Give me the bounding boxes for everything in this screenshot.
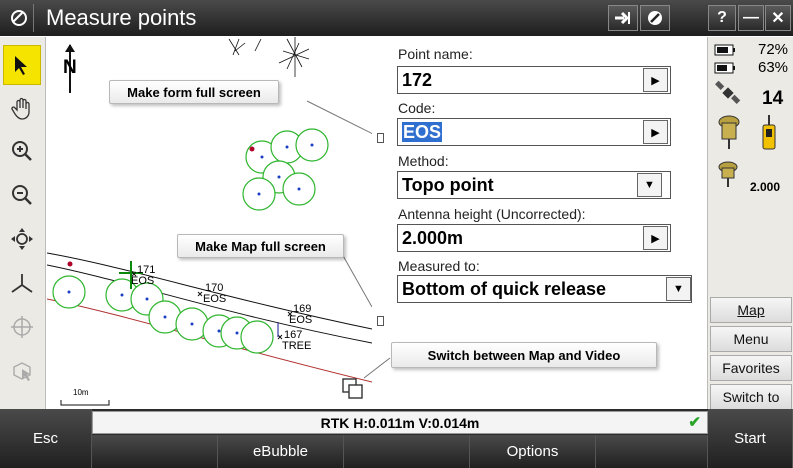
go-to-icon[interactable] bbox=[608, 5, 638, 31]
no-entry-icon[interactable] bbox=[640, 5, 670, 31]
3d-axes-icon[interactable] bbox=[3, 263, 41, 303]
esc-button[interactable]: Esc bbox=[0, 409, 92, 468]
battery-icon[interactable] bbox=[714, 61, 736, 79]
start-button[interactable]: Start bbox=[708, 409, 793, 468]
menu-button[interactable]: Menu bbox=[710, 326, 792, 352]
map-button[interactable]: Map bbox=[710, 297, 792, 323]
map-point-label: 171 EOS bbox=[131, 264, 156, 287]
switch-map-video-icon[interactable] bbox=[342, 378, 364, 400]
callout-form-fullscreen: Make form full screen bbox=[109, 80, 279, 104]
method-dropdown-button[interactable]: ▼ bbox=[637, 173, 662, 197]
select-arrow-icon[interactable] bbox=[3, 45, 41, 85]
softkey-1[interactable] bbox=[92, 435, 218, 468]
point-name-label: Point name: bbox=[398, 46, 473, 62]
switch-to-button[interactable]: Switch to bbox=[710, 384, 792, 410]
battery2-level: 63% bbox=[758, 59, 789, 76]
orbit-icon[interactable] bbox=[3, 307, 41, 347]
method-select[interactable]: Topo point bbox=[397, 171, 671, 199]
antenna-height-value: 2.000 bbox=[750, 180, 781, 194]
zoom-in-icon[interactable] bbox=[3, 131, 41, 171]
measured-to-select[interactable]: Bottom of quick release bbox=[397, 275, 692, 303]
code-label: Code: bbox=[398, 100, 436, 116]
window-title: Measure points bbox=[46, 5, 197, 30]
satellite-icon[interactable] bbox=[714, 79, 742, 112]
help-button[interactable]: ? bbox=[708, 5, 736, 31]
code-arrow-button[interactable]: ▶ bbox=[643, 120, 668, 144]
app-logo-icon[interactable] bbox=[4, 4, 34, 32]
controller-icon[interactable] bbox=[760, 115, 778, 156]
callout-map-fullscreen: Make Map full screen bbox=[177, 234, 344, 258]
battery-icon[interactable] bbox=[714, 43, 736, 61]
measured-to-dropdown-button[interactable]: ▼ bbox=[666, 277, 691, 301]
pan-hand-icon[interactable] bbox=[3, 89, 41, 129]
title-bar: Measure points ? — ✕ bbox=[0, 0, 793, 36]
satellite-count: 14 bbox=[762, 88, 784, 109]
ebubble-button[interactable]: eBubble bbox=[218, 435, 344, 468]
map-fullscreen-handle[interactable] bbox=[377, 316, 384, 326]
rtk-precision: RTK H:0.011m V:0.014m bbox=[320, 414, 480, 431]
favorites-button[interactable]: Favorites bbox=[710, 355, 792, 381]
select-3d-icon[interactable] bbox=[3, 351, 41, 391]
options-button[interactable]: Options bbox=[470, 435, 596, 468]
map-point-label: 169 EOS bbox=[289, 303, 313, 326]
map-point-label: 167 TREE bbox=[282, 329, 312, 352]
point-name-arrow-button[interactable]: ▶ bbox=[643, 68, 668, 92]
antenna-arrow-button[interactable]: ▶ bbox=[643, 226, 668, 250]
map-point-label: 170 EOS bbox=[203, 282, 227, 305]
close-button[interactable]: ✕ bbox=[765, 5, 791, 31]
form-fullscreen-handle[interactable] bbox=[377, 133, 384, 143]
antenna-icon[interactable] bbox=[718, 161, 738, 192]
method-label: Method: bbox=[398, 153, 449, 169]
rtk-status-bar: RTK H:0.011m V:0.014m ✔ bbox=[92, 411, 708, 434]
code-field[interactable]: EOS bbox=[397, 118, 671, 146]
north-label: N bbox=[63, 57, 77, 78]
zoom-out-icon[interactable] bbox=[3, 175, 41, 215]
callout-switch-map-video: Switch between Map and Video bbox=[391, 342, 657, 368]
battery1-level: 72% bbox=[758, 41, 789, 58]
minimize-button[interactable]: — bbox=[738, 5, 764, 31]
antenna-height-label: Antenna height (Uncorrected): bbox=[398, 206, 586, 222]
measured-to-label: Measured to: bbox=[398, 258, 480, 274]
check-icon: ✔ bbox=[688, 414, 701, 431]
zoom-extents-icon[interactable] bbox=[3, 219, 41, 259]
antenna-height-field[interactable]: 2.000m bbox=[397, 224, 671, 252]
scale-label: 10m bbox=[73, 388, 89, 397]
softkey-5[interactable] bbox=[596, 435, 708, 468]
gnss-receiver-icon[interactable] bbox=[718, 115, 740, 154]
softkey-3[interactable] bbox=[344, 435, 470, 468]
map-toolbar bbox=[0, 37, 46, 409]
point-name-field[interactable]: 172 bbox=[397, 66, 671, 94]
status-panel: 72% 63% 14 2.000 Map Menu Favorites Swit… bbox=[707, 37, 793, 410]
